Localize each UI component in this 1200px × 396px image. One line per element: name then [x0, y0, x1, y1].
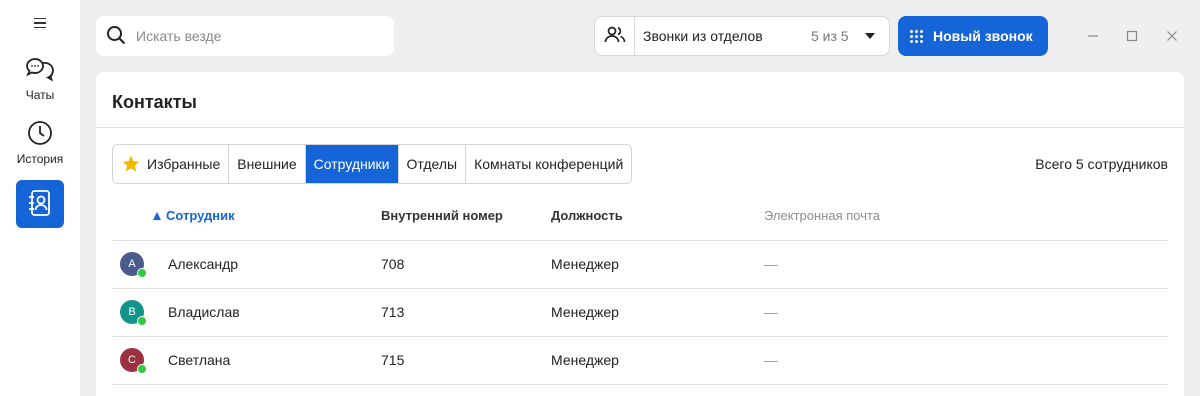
- calls-filter-count: 5 из 5: [811, 28, 849, 44]
- avatar-initial: С: [128, 354, 136, 366]
- tab-external[interactable]: Внешние: [229, 145, 306, 183]
- tab-favorites[interactable]: Избранные: [113, 145, 230, 183]
- employee-email: —: [764, 352, 778, 368]
- avatar-initial: А: [128, 258, 136, 270]
- new-call-label: Новый звонок: [933, 28, 1033, 44]
- maximize-icon[interactable]: [1124, 28, 1140, 44]
- table-row[interactable]: С Светлана 715 Менеджер —: [112, 336, 1168, 384]
- total-count: Всего 5 сотрудников: [1035, 156, 1168, 172]
- table-row[interactable]: В Владислав 713 Менеджер —: [112, 288, 1168, 336]
- new-call-button[interactable]: Новый звонок: [898, 16, 1048, 56]
- avatar: С: [120, 348, 147, 374]
- page-title: Контакты: [112, 92, 197, 112]
- online-status-icon: [137, 268, 147, 278]
- contacts-tabs: Избранные Внешние Сотрудники Отделы Комн…: [112, 144, 633, 184]
- employee-ext: 708: [381, 256, 405, 272]
- avatar: А: [120, 252, 147, 278]
- tab-label: Избранные: [147, 156, 221, 172]
- employee-position: Менеджер: [551, 304, 619, 320]
- column-header-label: Сотрудник: [166, 208, 235, 223]
- chats-icon: [25, 56, 55, 85]
- employee-name: Александр: [168, 256, 239, 272]
- dialpad-icon: [910, 29, 923, 43]
- column-header-ext[interactable]: Внутренний номер: [381, 208, 503, 223]
- sidebar: Чаты История: [0, 0, 80, 396]
- sidebar-item-contacts[interactable]: [16, 180, 64, 228]
- tab-label: Отделы: [406, 156, 458, 172]
- employee-name: Владислав: [168, 304, 240, 320]
- employee-position: Менеджер: [551, 352, 619, 368]
- online-status-icon: [137, 316, 147, 326]
- online-status-icon: [137, 364, 147, 374]
- tab-label: Сотрудники: [313, 156, 390, 172]
- avatar: В: [120, 300, 147, 326]
- sort-ascending-icon: [153, 211, 161, 220]
- contacts-book-icon: [28, 189, 52, 220]
- star-icon: [121, 154, 141, 174]
- sidebar-item-label: История: [16, 152, 64, 166]
- calls-filter-label: Звонки из отделов: [643, 28, 763, 44]
- tab-departments[interactable]: Отделы: [398, 145, 467, 183]
- sidebar-item-history[interactable]: История: [0, 120, 80, 166]
- column-header-position[interactable]: Должность: [551, 208, 623, 223]
- chevron-down-icon: [865, 33, 875, 39]
- tab-label: Комнаты конференций: [474, 156, 624, 172]
- tab-employees[interactable]: Сотрудники: [305, 145, 399, 183]
- column-header-employee[interactable]: Сотрудник: [153, 208, 235, 223]
- avatar-initial: В: [128, 306, 136, 318]
- divider: [96, 127, 1184, 128]
- employee-email: —: [764, 304, 778, 320]
- sidebar-item-label: Чаты: [25, 88, 55, 102]
- table-row[interactable]: А Александр 708 Менеджер —: [112, 240, 1168, 288]
- employee-position: Менеджер: [551, 256, 619, 272]
- clock-icon: [27, 120, 53, 149]
- search-icon: [106, 25, 126, 48]
- search-input[interactable]: [136, 28, 376, 44]
- employee-name: Светлана: [168, 352, 231, 368]
- column-header-email[interactable]: Электронная почта: [764, 208, 880, 223]
- tab-conference-rooms[interactable]: Комнаты конференций: [466, 145, 632, 183]
- people-icon: [604, 25, 626, 48]
- tab-label: Внешние: [237, 156, 297, 172]
- close-icon[interactable]: [1164, 28, 1180, 44]
- employee-ext: 715: [381, 352, 405, 368]
- search-box: [96, 16, 394, 56]
- calls-filter-dropdown[interactable]: Звонки из отделов 5 из 5: [594, 16, 890, 56]
- divider: [112, 384, 1168, 385]
- contacts-panel: Контакты Избранные Внешние Сотрудники От…: [96, 72, 1184, 396]
- minimize-icon[interactable]: [1085, 28, 1101, 44]
- employee-email: —: [764, 256, 778, 272]
- sidebar-item-chats[interactable]: Чаты: [0, 56, 80, 102]
- menu-icon[interactable]: [31, 14, 49, 32]
- employee-ext: 713: [381, 304, 405, 320]
